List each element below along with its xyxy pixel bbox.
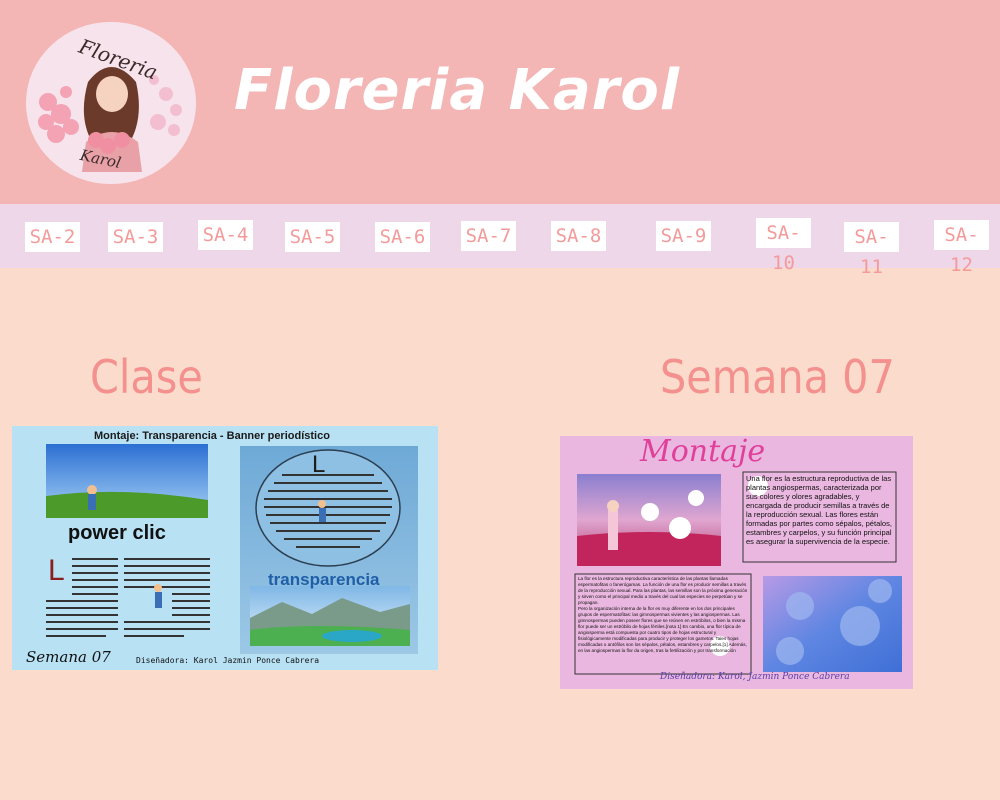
- nav-link-sa-11[interactable]: SA-11: [844, 222, 899, 278]
- clase-banner-week: Semana 07: [26, 648, 111, 666]
- clase-banner-art: L L: [46, 444, 418, 654]
- nav-link-sa-4[interactable]: SA-4: [198, 220, 253, 250]
- week-nav: SA-2 SA-3 SA-4 SA-5 SA-6 SA-7 SA-8 SA-9 …: [0, 204, 1000, 278]
- header: Floreria Karol Floreria Karol: [0, 0, 1000, 204]
- nav-link-sa-9[interactable]: SA-9: [656, 221, 711, 251]
- clase-banner-image[interactable]: L L Montaje: Transparencia - Banner peri…: [12, 426, 438, 670]
- clase-banner-title: Montaje: Transparencia - Banner periodís…: [94, 430, 330, 442]
- montaje-card-paragraph-1: Una flor es la estructura reproductiva d…: [746, 474, 892, 546]
- nav-link-sa-12[interactable]: SA-12: [934, 220, 989, 276]
- nav-link-sa-5[interactable]: SA-5: [285, 222, 340, 252]
- montaje-card-image[interactable]: Montaje Una flor es la estructura reprod…: [560, 436, 913, 689]
- nav-link-sa-7[interactable]: SA-7: [461, 221, 516, 251]
- svg-text:L: L: [312, 451, 325, 478]
- montaje-card-paragraph-2: La flor es la estructura reproductiva ca…: [578, 576, 748, 605]
- nav-link-sa-6[interactable]: SA-6: [375, 222, 430, 252]
- section-label-clase: Clase: [90, 350, 203, 404]
- site-title: Floreria Karol: [234, 58, 681, 123]
- section-label-semana: Semana 07: [660, 350, 895, 404]
- nav-link-sa-8[interactable]: SA-8: [551, 221, 606, 251]
- svg-text:L: L: [48, 554, 65, 587]
- montaje-card-title: Montaje: [640, 436, 766, 469]
- clase-banner-transparency: transparencia: [268, 570, 380, 589]
- floreria-logo[interactable]: Floreria Karol: [26, 22, 196, 184]
- nav-link-sa-2[interactable]: SA-2: [25, 222, 80, 252]
- montaje-card-designer: Diseñadora: Karol, Jazmin Ponce Cabrera: [660, 672, 850, 682]
- nav-link-sa-3[interactable]: SA-3: [108, 222, 163, 252]
- nav-link-sa-10[interactable]: SA-10: [756, 218, 811, 274]
- montaje-card-paragraph-3: Pero la organización interna de la flor …: [578, 606, 747, 653]
- clase-banner-designer: Diseñadora: Karol Jazmin Ponce Cabrera: [136, 656, 320, 665]
- clase-banner-power: power clic: [68, 522, 166, 544]
